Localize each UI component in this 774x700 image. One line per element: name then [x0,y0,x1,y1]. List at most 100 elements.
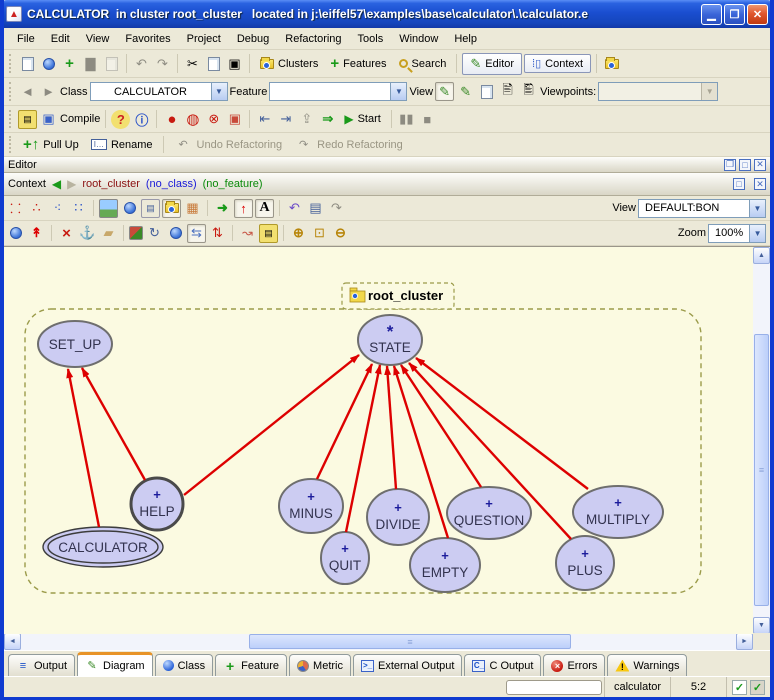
disable-breakpoints-icon[interactable]: ◍ [183,110,202,129]
tab-errors[interactable]: Errors [543,654,605,676]
vertical-scroll-thumb[interactable] [754,334,769,606]
spring-layout-icon[interactable]: ∷ [69,199,88,218]
root-cluster-label[interactable]: root_cluster [368,288,443,303]
cluster-hierarchy-layout-icon[interactable]: ∴ [27,199,46,218]
melt-icon[interactable]: ▣ [39,110,58,129]
step-over-icon[interactable]: ⇥ [276,110,295,129]
colors-icon[interactable] [129,226,143,240]
toolbar-grip[interactable] [9,54,13,73]
diagram-undo-icon[interactable]: ↶ [285,199,304,218]
contract-view-icon[interactable]: 🖹 [498,82,517,101]
basic-text-view-icon[interactable]: ✎ [435,82,454,101]
menu-tools[interactable]: Tools [351,30,391,48]
class-combobox-arrow-icon[interactable]: ▼ [211,83,227,100]
precompile-question-icon[interactable]: ? [111,110,130,129]
class-node-empty[interactable]: +EMPTY [410,538,480,592]
inheritance-link-divide-to-state[interactable] [387,366,396,489]
minimize-button[interactable]: ▁ [701,4,722,25]
rotate-icon[interactable]: ↻ [145,224,164,243]
feature-combobox[interactable]: ▼ [269,82,407,101]
flat-view-icon[interactable] [477,82,496,101]
class-node-plus[interactable]: +PLUS [556,536,614,590]
link-to-point-icon[interactable]: ↝ [238,224,257,243]
inheritance-links-toggle-icon[interactable]: ↑ [234,199,253,218]
paste-icon[interactable]: ▣ [225,54,244,73]
class-node-state[interactable]: *STATE [358,315,422,365]
notes-icon[interactable]: ▤ [259,224,278,243]
diagram-view-arrow-icon[interactable]: ▼ [749,200,765,217]
tab-metric[interactable]: Metric [289,654,351,676]
close-button[interactable]: ✕ [747,4,768,25]
export-png-icon[interactable] [99,199,118,218]
info-icon[interactable]: ⓘ [132,110,151,129]
cut-icon[interactable]: ✂ [183,54,202,73]
menu-debug[interactable]: Debug [230,30,276,48]
compile-label[interactable]: Compile [60,113,100,125]
diagram-canvas[interactable]: root_clusterSET_UP*STATE+HELPCALCULATOR+… [4,247,753,634]
sort-links-icon[interactable]: ⇅ [208,224,227,243]
horizontal-scrollbar[interactable]: ◄ ► [4,633,770,650]
rename-button[interactable]: I… Rename [86,137,158,153]
class-node-help[interactable]: +HELP [131,478,183,530]
inheritance-link-help-to-set_up[interactable] [82,368,145,480]
enable-breakpoints-icon[interactable]: ● [162,110,181,129]
two-way-links-toggle-icon[interactable]: ⇆ [187,224,206,243]
search-button[interactable]: Search [394,56,452,72]
maximize-context-icon[interactable]: □ [733,178,745,190]
diagram-zoom-combobox[interactable]: 100% ▼ [708,224,766,243]
toolbar-grip[interactable] [9,136,13,152]
remove-breakpoints-icon[interactable]: ⊗ [204,110,223,129]
class-node-calculator[interactable]: CALCULATOR [43,527,163,567]
uml-view-icon[interactable]: ▤ [141,199,160,218]
menu-edit[interactable]: Edit [44,30,77,48]
class-node-divide[interactable]: +DIVIDE [367,489,429,545]
context-feature-crumb[interactable]: (no_feature) [203,178,263,190]
class-hierarchy-layout-icon[interactable]: ⸬ [6,199,25,218]
scroll-up-icon[interactable]: ▲ [753,247,770,264]
scroll-down-icon[interactable]: ▼ [753,617,770,634]
fit-to-window-icon[interactable]: ⊡ [310,224,329,243]
close-pane-icon[interactable]: ✕ [754,159,766,171]
menu-file[interactable]: File [10,30,42,48]
tab-feature[interactable]: Feature [215,654,287,676]
class-fill-color-icon[interactable]: ▦ [183,199,202,218]
copy-icon[interactable] [204,54,223,73]
menu-refactoring[interactable]: Refactoring [278,30,348,48]
scroll-right-icon[interactable]: ► [736,633,753,650]
diagram-history-icon[interactable]: ▤ [306,199,325,218]
horizontal-layout-icon[interactable]: ⁖ [48,199,67,218]
zoom-in-icon[interactable]: ⊕ [289,224,308,243]
context-cluster-crumb[interactable]: root_cluster [82,178,139,190]
new-document-icon[interactable] [18,54,37,73]
run-to-cursor-icon[interactable]: ⇒ [318,110,337,129]
clusters-button[interactable]: Clusters [255,56,323,72]
maximize-pane-icon[interactable]: □ [739,159,751,171]
scroll-left-icon[interactable]: ◄ [4,633,21,650]
menu-window[interactable]: Window [392,30,445,48]
context-toggle-button[interactable]: ⁞▯ Context [524,54,591,73]
inheritance-link-help-to-state[interactable] [184,355,359,495]
delete-tool-icon[interactable]: × [57,224,76,243]
tab-output[interactable]: Output [8,654,75,676]
menu-favorites[interactable]: Favorites [118,30,177,48]
clickable-view-icon[interactable]: ✎ [456,82,475,101]
feature-combobox-arrow-icon[interactable]: ▼ [390,83,406,100]
refresh-diagram-icon[interactable] [166,224,185,243]
toolbar-grip[interactable] [9,110,13,128]
tab-warnings[interactable]: Warnings [607,654,687,676]
add-icon[interactable]: + [60,54,79,73]
menu-help[interactable]: Help [447,30,484,48]
new-inheritance-tool-icon[interactable]: ↟ [27,224,46,243]
inheritance-link-multiply-to-state[interactable] [416,358,588,489]
class-diagram[interactable]: root_clusterSET_UP*STATE+HELPCALCULATOR+… [4,247,753,634]
class-node-multiply[interactable]: +MULTIPLY [573,486,663,538]
new-class-tool-icon[interactable] [6,224,25,243]
class-node-minus[interactable]: +MINUS [279,479,343,533]
menu-view[interactable]: View [79,30,117,48]
save-view-icon[interactable] [120,199,139,218]
features-button[interactable]: + Features [325,53,391,74]
interface-view-icon[interactable]: 🖺 [519,82,538,101]
class-combobox[interactable]: CALCULATOR ▼ [90,82,228,101]
close-context-icon[interactable]: ✕ [754,178,766,190]
tab-external-output[interactable]: External Output [353,654,462,676]
